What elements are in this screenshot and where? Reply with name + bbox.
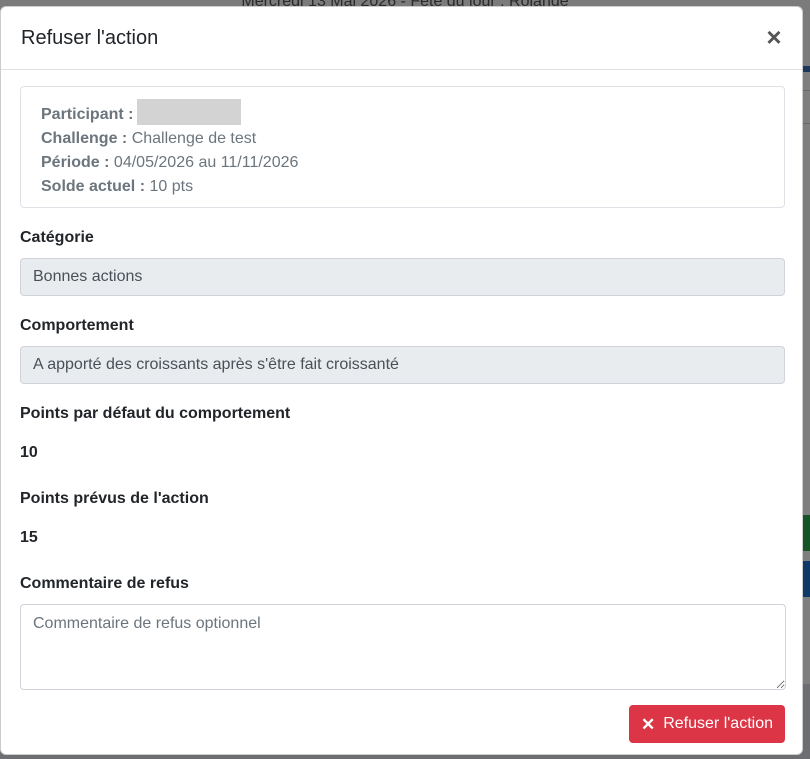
refuse-action-button[interactable]: ✕ Refuser l'action [628,705,785,743]
action-info-card: Participant : Challenge : Challenge de t… [20,86,785,208]
commentaire-textarea[interactable] [20,604,786,690]
modal-title: Refuser l'action [21,26,159,49]
participant-label: Participant : [41,106,134,123]
periode-label: Période : [41,154,110,171]
challenge-label: Challenge : [41,130,128,147]
solde-row: Solde actuel : 10 pts [41,175,764,199]
points-defaut-label: Points par défaut du comportement [20,405,291,422]
comportement-label: Comportement [20,317,134,334]
commentaire-label: Commentaire de refus [20,575,189,592]
categorie-label: Catégorie [20,229,94,246]
close-icon: ✕ [640,714,656,734]
modal-header: Refuser l'action × [1,7,802,70]
refuse-action-modal: Refuser l'action × Participant : Challen… [0,6,803,755]
participant-row: Participant : [41,99,764,127]
challenge-value: Challenge de test [131,130,257,147]
periode-value: 04/05/2026 au 11/11/2026 [113,154,299,171]
comportement-field: A apporté des croissants après s'être fa… [20,346,785,384]
challenge-row: Challenge : Challenge de test [41,127,764,151]
points-defaut-value: 10 [20,444,38,461]
points-prevus-label: Points prévus de l'action [20,490,209,507]
solde-label: Solde actuel : [41,178,146,195]
points-prevus-value: 15 [20,529,38,546]
solde-value: 10 pts [149,178,194,195]
close-icon[interactable]: × [764,24,784,50]
participant-redacted [137,99,242,125]
refuse-action-label: Refuser l'action [663,715,773,732]
modal-body: Participant : Challenge : Challenge de t… [1,70,802,743]
modal-footer: ✕ Refuser l'action [20,705,785,743]
categorie-field: Bonnes actions [20,258,785,296]
periode-row: Période : 04/05/2026 au 11/11/2026 [41,151,764,175]
